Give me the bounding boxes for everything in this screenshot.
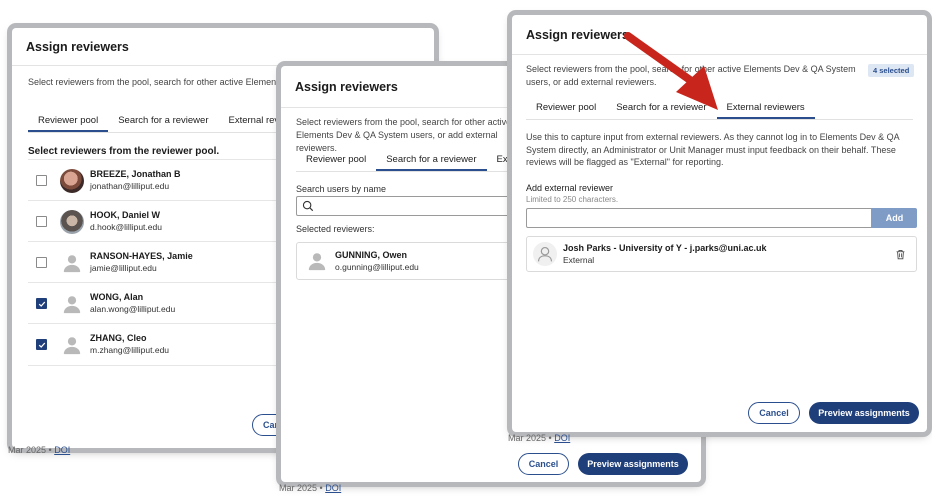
doi-link[interactable]: DOI bbox=[325, 483, 341, 493]
reviewer-email: m.zhang@lilliput.edu bbox=[90, 345, 170, 355]
avatar bbox=[60, 209, 84, 234]
reviewer-email: o.gunning@lilliput.edu bbox=[335, 261, 419, 272]
reviewer-name: RANSON-HAYES, Jamie bbox=[90, 251, 193, 261]
reviewer-name: HOOK, Daniel W bbox=[90, 210, 161, 220]
preview-assignments-button[interactable]: Preview assignments bbox=[578, 453, 688, 475]
external-reviewer-input[interactable] bbox=[526, 208, 872, 228]
reviewer-name: GUNNING, Owen bbox=[335, 249, 408, 260]
reviewer-name: ZHANG, Cleo bbox=[90, 333, 147, 343]
user-icon bbox=[60, 333, 84, 357]
trash-icon[interactable] bbox=[895, 249, 906, 260]
reviewer-email: jonathan@lilliput.edu bbox=[90, 181, 170, 191]
tab-search-reviewer[interactable]: Search for a reviewer bbox=[376, 149, 487, 171]
reviewer-checkbox[interactable] bbox=[36, 257, 47, 268]
search-label: Search users by name bbox=[296, 184, 387, 194]
pool-heading: Select reviewers from the reviewer pool. bbox=[28, 146, 220, 157]
tab-reviewer-pool[interactable]: Reviewer pool bbox=[28, 110, 109, 132]
avatar bbox=[60, 168, 84, 193]
reviewer-checkbox[interactable] bbox=[36, 216, 47, 227]
add-button[interactable]: Add bbox=[872, 208, 917, 228]
external-tag: External bbox=[563, 254, 595, 265]
cancel-button[interactable]: Cancel bbox=[748, 402, 800, 424]
reviewer-checkbox-checked[interactable] bbox=[36, 298, 47, 309]
annotation-arrow-icon bbox=[624, 32, 718, 110]
behind-page-date: Mar 2025 • DOI bbox=[508, 433, 571, 443]
user-icon bbox=[533, 242, 557, 266]
reviewer-email: alan.wong@lilliput.edu bbox=[90, 304, 176, 314]
external-info: Use this to capture input from external … bbox=[526, 132, 900, 167]
checkmark-icon bbox=[38, 301, 45, 307]
external-reviewer-name: Josh Parks - University of Y - j.parks@u… bbox=[563, 242, 767, 253]
tab-external-reviewers[interactable]: External reviewers bbox=[716, 97, 815, 119]
tab-reviewer-pool[interactable]: Reviewer pool bbox=[526, 97, 606, 119]
user-icon bbox=[60, 251, 84, 275]
search-icon bbox=[302, 200, 314, 212]
add-external-label: Add external reviewer bbox=[526, 183, 614, 193]
behind-page-date: Mar 2025 • DOI bbox=[279, 483, 342, 493]
dialog-title: Assign reviewers bbox=[12, 28, 434, 66]
cancel-button[interactable]: Cancel bbox=[518, 453, 569, 475]
doi-link[interactable]: DOI bbox=[54, 445, 70, 455]
user-icon bbox=[60, 292, 84, 316]
reviewer-name: WONG, Alan bbox=[90, 292, 144, 302]
reviewer-checkbox-checked[interactable] bbox=[36, 339, 47, 350]
user-icon bbox=[305, 249, 329, 273]
tab-search-reviewer[interactable]: Search for a reviewer bbox=[108, 110, 218, 132]
reviewer-checkbox[interactable] bbox=[36, 175, 47, 186]
external-reviewer-card: Josh Parks - University of Y - j.parks@u… bbox=[526, 236, 917, 272]
doi-link[interactable]: DOI bbox=[554, 433, 570, 443]
selected-count-badge: 4 selected bbox=[868, 64, 915, 77]
add-external-hint: Limited to 250 characters. bbox=[526, 195, 619, 204]
reviewer-email: d.hook@lilliput.edu bbox=[90, 222, 162, 232]
preview-assignments-button[interactable]: Preview assignments bbox=[809, 402, 919, 424]
reviewer-email: jamie@lilliput.edu bbox=[90, 263, 157, 273]
selected-label: Selected reviewers: bbox=[296, 224, 375, 234]
reviewer-name: BREEZE, Jonathan B bbox=[90, 169, 181, 179]
behind-page-date: Mar 2025 • DOI bbox=[8, 445, 71, 455]
tab-reviewer-pool[interactable]: Reviewer pool bbox=[296, 149, 376, 171]
checkmark-icon bbox=[38, 342, 45, 348]
